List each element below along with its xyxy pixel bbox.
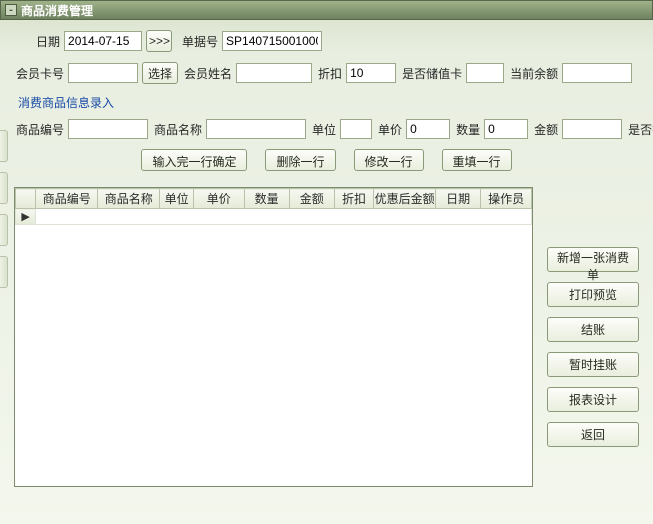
row-pointer-icon: ▶ — [16, 209, 36, 225]
grid-scroll[interactable]: 商品编号商品名称单位单价数量金额折扣优惠后金额日期操作员 ▶ — [15, 188, 532, 486]
discounted-label: 是否打折 — [628, 121, 653, 138]
item-name-label: 商品名称 — [154, 121, 202, 138]
lower-area: 商品编号商品名称单位单价数量金额折扣优惠后金额日期操作员 ▶ 新增一张消费单 打… — [0, 187, 653, 497]
order-no-input[interactable] — [222, 31, 322, 51]
table-column-header[interactable]: 金额 — [289, 189, 334, 209]
new-bill-button[interactable]: 新增一张消费单 — [547, 247, 639, 272]
back-button[interactable]: 返回 — [547, 422, 639, 447]
card-label: 会员卡号 — [16, 65, 64, 82]
row-header-corner — [16, 189, 36, 209]
amount-input[interactable] — [562, 119, 622, 139]
stored-label: 是否储值卡 — [402, 65, 462, 82]
select-button[interactable]: 选择 — [142, 62, 178, 84]
table-row[interactable]: ▶ — [16, 209, 532, 225]
section-title-text: 消费商品信息录入 — [18, 96, 114, 110]
hold-button[interactable]: 暂时挂账 — [547, 352, 639, 377]
qty-label: 数量 — [456, 121, 480, 138]
minimize-icon[interactable]: - — [5, 4, 17, 16]
table-column-header[interactable]: 数量 — [244, 189, 289, 209]
balance-label: 当前余额 — [510, 65, 558, 82]
unit-label: 单位 — [312, 121, 336, 138]
order-no-label: 单据号 — [182, 33, 218, 50]
date-input[interactable] — [64, 31, 142, 51]
discount-label: 折扣 — [318, 65, 342, 82]
window-title: 商品消费管理 — [21, 2, 93, 19]
table-column-header[interactable]: 折扣 — [334, 189, 373, 209]
delete-line-button[interactable]: 删除一行 — [265, 149, 335, 171]
code-label: 商品编号 — [16, 121, 64, 138]
redo-line-button[interactable]: 重填一行 — [442, 149, 512, 171]
line-action-row: 输入完一行确定 删除一行 修改一行 重填一行 — [14, 149, 639, 171]
table-column-header[interactable]: 单位 — [160, 189, 194, 209]
print-preview-button[interactable]: 打印预览 — [547, 282, 639, 307]
grid-container: 商品编号商品名称单位单价数量金额折扣优惠后金额日期操作员 ▶ — [14, 187, 533, 487]
edge-tab[interactable] — [0, 130, 8, 162]
table-column-header[interactable]: 日期 — [436, 189, 481, 209]
modify-line-button[interactable]: 修改一行 — [354, 149, 424, 171]
amount-label: 金额 — [534, 121, 558, 138]
stored-input[interactable] — [466, 63, 504, 83]
item-name-input[interactable] — [206, 119, 306, 139]
table-column-header[interactable]: 商品名称 — [98, 189, 160, 209]
qty-input[interactable] — [484, 119, 528, 139]
table-column-header[interactable]: 单价 — [193, 189, 244, 209]
table-column-header[interactable]: 优惠后金额 — [374, 189, 436, 209]
edge-tab[interactable] — [0, 172, 8, 204]
settle-button[interactable]: 结账 — [547, 317, 639, 342]
empty-cell — [36, 209, 532, 225]
unit-input[interactable] — [340, 119, 372, 139]
code-input[interactable] — [68, 119, 148, 139]
balance-input[interactable] — [562, 63, 632, 83]
edge-tab[interactable] — [0, 214, 8, 246]
price-input[interactable] — [406, 119, 450, 139]
report-design-button[interactable]: 报表设计 — [547, 387, 639, 412]
edge-tab[interactable] — [0, 256, 8, 288]
confirm-line-button[interactable]: 输入完一行确定 — [141, 149, 247, 171]
table-column-header[interactable]: 操作员 — [481, 189, 532, 209]
side-button-panel: 新增一张消费单 打印预览 结账 暂时挂账 报表设计 返回 — [547, 247, 639, 487]
card-input[interactable] — [68, 63, 138, 83]
left-edge-tabs — [0, 130, 10, 288]
window-titlebar: - 商品消费管理 — [0, 0, 653, 20]
table-header-row: 商品编号商品名称单位单价数量金额折扣优惠后金额日期操作员 — [16, 189, 532, 209]
price-label: 单价 — [378, 121, 402, 138]
discount-input[interactable] — [346, 63, 396, 83]
name-input[interactable] — [236, 63, 312, 83]
date-next-button[interactable]: >>> — [146, 30, 172, 52]
form-area: 日期 >>> 单据号 会员卡号 选择 会员姓名 折扣 是否储值卡 当前余额 消费… — [0, 20, 653, 187]
section-title: 消费商品信息录入 — [18, 94, 639, 111]
table-column-header[interactable]: 商品编号 — [36, 189, 98, 209]
date-label: 日期 — [36, 33, 60, 50]
items-table: 商品编号商品名称单位单价数量金额折扣优惠后金额日期操作员 ▶ — [15, 188, 532, 225]
name-label: 会员姓名 — [184, 65, 232, 82]
